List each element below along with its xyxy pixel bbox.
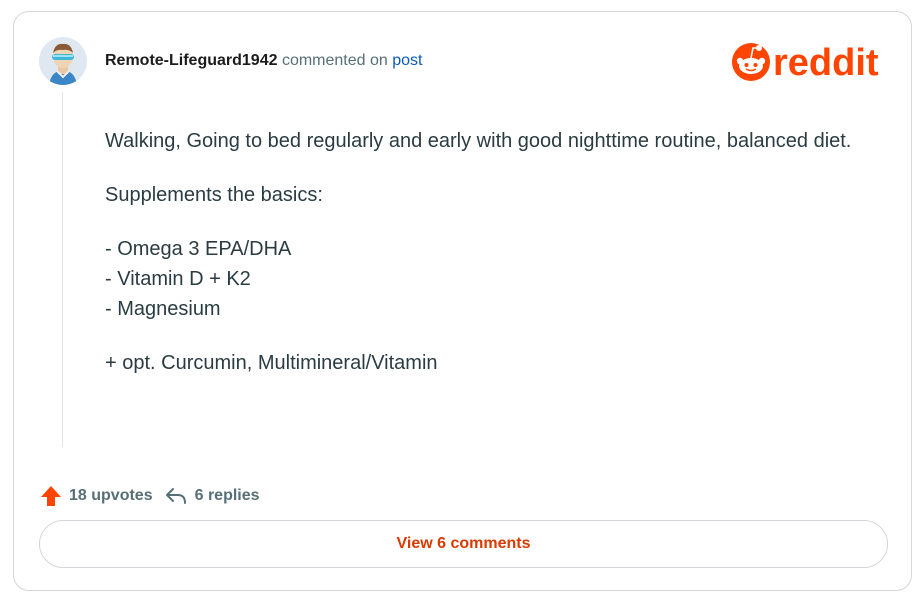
reddit-wordmark: reddit (773, 42, 879, 82)
replies-button[interactable]: 6 replies (153, 486, 260, 506)
upvote-button[interactable]: 18 upvotes (39, 484, 153, 508)
comment-paragraph: Walking, Going to bed regularly and earl… (105, 130, 852, 152)
post-link[interactable]: post (392, 52, 422, 69)
upvote-arrow-icon (41, 486, 61, 506)
comment-header: Remote-Lifeguard1942 commented on post (105, 51, 423, 71)
avatar[interactable] (39, 37, 87, 85)
reddit-logo[interactable]: reddit (732, 42, 890, 84)
reddit-logo-icon: reddit (732, 42, 879, 84)
author-name[interactable]: Remote-Lifeguard1942 (105, 52, 278, 69)
thread-line (62, 92, 63, 447)
commented-on-label: commented on (281, 52, 388, 69)
comment-paragraph: + opt. Curcumin, Multimineral/Vitamin (105, 352, 438, 374)
supplement-list: - Omega 3 EPA/DHA - Vitamin D + K2 - Mag… (105, 234, 875, 324)
reply-arrow-icon (165, 488, 186, 504)
list-item: - Vitamin D + K2 (105, 268, 251, 290)
list-item: - Magnesium (105, 298, 221, 320)
comment-body: Walking, Going to bed regularly and earl… (105, 126, 875, 402)
view-comments-button[interactable]: View 6 comments (39, 520, 888, 568)
reply-count: 6 replies (194, 487, 260, 504)
comment-embed-card: Remote-Lifeguard1942 commented on post r… (13, 11, 912, 591)
comment-actions: 18 upvotes 6 replies (39, 484, 260, 508)
upvote-count: 18 upvotes (69, 487, 153, 504)
comment-paragraph: Supplements the basics: (105, 184, 323, 206)
list-item: - Omega 3 EPA/DHA (105, 238, 292, 260)
